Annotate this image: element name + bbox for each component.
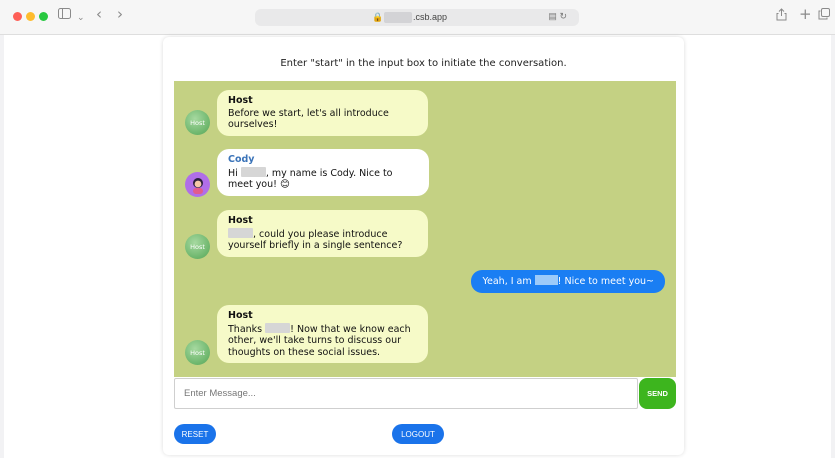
back-icon[interactable]: ‹	[96, 6, 102, 22]
message-line: Before we start, let's all introduce	[228, 107, 389, 119]
reload-icon[interactable]: ↻	[559, 11, 567, 21]
cody-avatar	[185, 172, 210, 197]
person-icon	[192, 177, 203, 194]
minimize-window-icon[interactable]	[26, 12, 35, 21]
lock-icon: 🔒	[372, 12, 384, 22]
share-icon[interactable]	[776, 8, 787, 26]
host-avatar: Host	[185, 110, 210, 135]
redacted-subdomain	[384, 12, 412, 23]
sidebar-icon[interactable]	[58, 8, 71, 24]
chat-area[interactable]: Host Host Before we start, let's all int…	[174, 81, 676, 377]
message-line: yourself briefly in a single sentence?	[228, 240, 403, 251]
message-input-wrapper	[174, 378, 638, 409]
sender-name: Host	[228, 95, 253, 106]
address-bar[interactable]: 🔒 .csb.app ▤ ↻	[255, 9, 579, 26]
sender-name: Host	[228, 215, 253, 226]
cody-message-bubble: Cody Hi , my name is Cody. Nice to meet …	[217, 149, 429, 196]
redacted-name	[265, 322, 291, 333]
translate-icon[interactable]: ▤	[548, 11, 557, 21]
forward-icon[interactable]: ›	[117, 6, 123, 22]
message-line: other, we'll take turns to discuss our	[228, 335, 401, 346]
message-line: ourselves!	[228, 119, 278, 130]
host-message-bubble: Host , could you please introduce yourse…	[217, 210, 428, 257]
message-line: meet you! 😊	[228, 179, 290, 190]
redacted-name	[534, 275, 558, 285]
instruction-text: Enter "start" in the input box to initia…	[280, 58, 567, 69]
send-button[interactable]: SEND	[639, 378, 676, 409]
chat-card: Enter "start" in the input box to initia…	[163, 37, 684, 455]
new-tab-icon[interactable]: +	[799, 6, 812, 22]
redacted-name	[240, 166, 266, 177]
browser-toolbar: ⌄ ‹ › 🔒 .csb.app ▤ ↻ +	[0, 0, 835, 35]
message-line: Thanks ! Now that we know each	[228, 322, 411, 335]
reset-button[interactable]: RESET	[174, 424, 216, 444]
message-input[interactable]	[175, 379, 637, 408]
host-message-bubble: Host Thanks ! Now that we know each othe…	[217, 305, 428, 363]
tabs-overview-icon[interactable]	[818, 8, 830, 25]
message-line: , could you please introduce	[228, 227, 417, 241]
url-domain: .csb.app	[413, 12, 448, 22]
chevron-down-icon[interactable]: ⌄	[77, 10, 85, 26]
logout-button[interactable]: LOGOUT	[392, 424, 444, 444]
sender-name: Cody	[228, 154, 255, 165]
user-message-bubble: Yeah, I am ! Nice to meet you~	[471, 270, 665, 293]
close-window-icon[interactable]	[13, 12, 22, 21]
message-line: thoughts on these social issues.	[228, 346, 381, 358]
host-avatar: Host	[185, 234, 210, 259]
redacted-name	[228, 227, 253, 238]
host-message-bubble: Host Before we start, let's all introduc…	[217, 90, 428, 136]
host-avatar: Host	[185, 340, 210, 365]
sender-name: Host	[228, 310, 253, 321]
message-line: Hi , my name is Cody. Nice to	[228, 166, 393, 179]
zoom-window-icon[interactable]	[39, 12, 48, 21]
